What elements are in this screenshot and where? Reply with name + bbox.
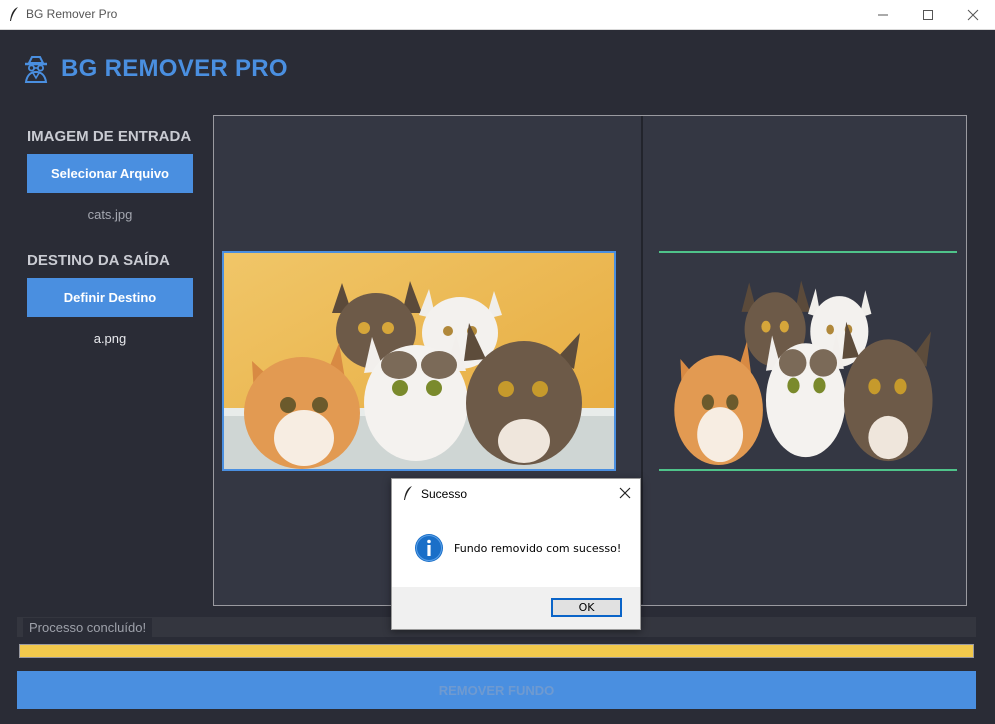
info-icon — [415, 534, 443, 562]
minimize-icon — [878, 14, 888, 15]
cats-photo-original — [224, 253, 614, 469]
maximize-icon — [923, 9, 933, 20]
input-section-title: IMAGEM DE ENTRADA — [27, 128, 192, 145]
close-button[interactable] — [950, 0, 995, 29]
maximize-button[interactable] — [905, 0, 951, 29]
feather-icon — [10, 7, 18, 21]
set-destination-button[interactable]: Definir Destino — [27, 278, 193, 317]
input-file-name: cats.jpg — [87, 207, 133, 222]
panel-divider — [641, 116, 643, 604]
dialog-footer: OK — [392, 587, 640, 629]
ok-button[interactable]: OK — [551, 598, 622, 617]
window-titlebar: BG Remover Pro — [0, 0, 995, 30]
window-title: BG Remover Pro — [26, 7, 118, 21]
select-file-button[interactable]: Selecionar Arquivo — [27, 154, 193, 193]
progress-fill — [20, 645, 973, 657]
cats-photo-no-background — [674, 280, 933, 465]
status-text: Processo concluído! — [23, 618, 153, 637]
remove-background-button[interactable]: REMOVER FUNDO — [17, 671, 976, 709]
dialog-message: Fundo removido com sucesso! — [454, 542, 622, 555]
close-icon — [967, 9, 979, 20]
output-section-title: DESTINO DA SAÍDA — [27, 252, 170, 269]
success-dialog: Sucesso Fundo removido com sucesso! OK — [391, 478, 641, 630]
minimize-button[interactable] — [860, 0, 906, 29]
input-image-preview — [222, 251, 616, 471]
dialog-close-icon[interactable] — [618, 486, 632, 500]
spy-logo-icon — [24, 56, 48, 83]
feather-icon — [404, 486, 412, 500]
dialog-title: Sucesso — [421, 487, 468, 501]
progress-bar — [19, 644, 974, 658]
output-image-preview — [659, 251, 957, 471]
app-title: BG REMOVER PRO — [61, 55, 288, 82]
output-file-name: a.png — [93, 331, 127, 346]
